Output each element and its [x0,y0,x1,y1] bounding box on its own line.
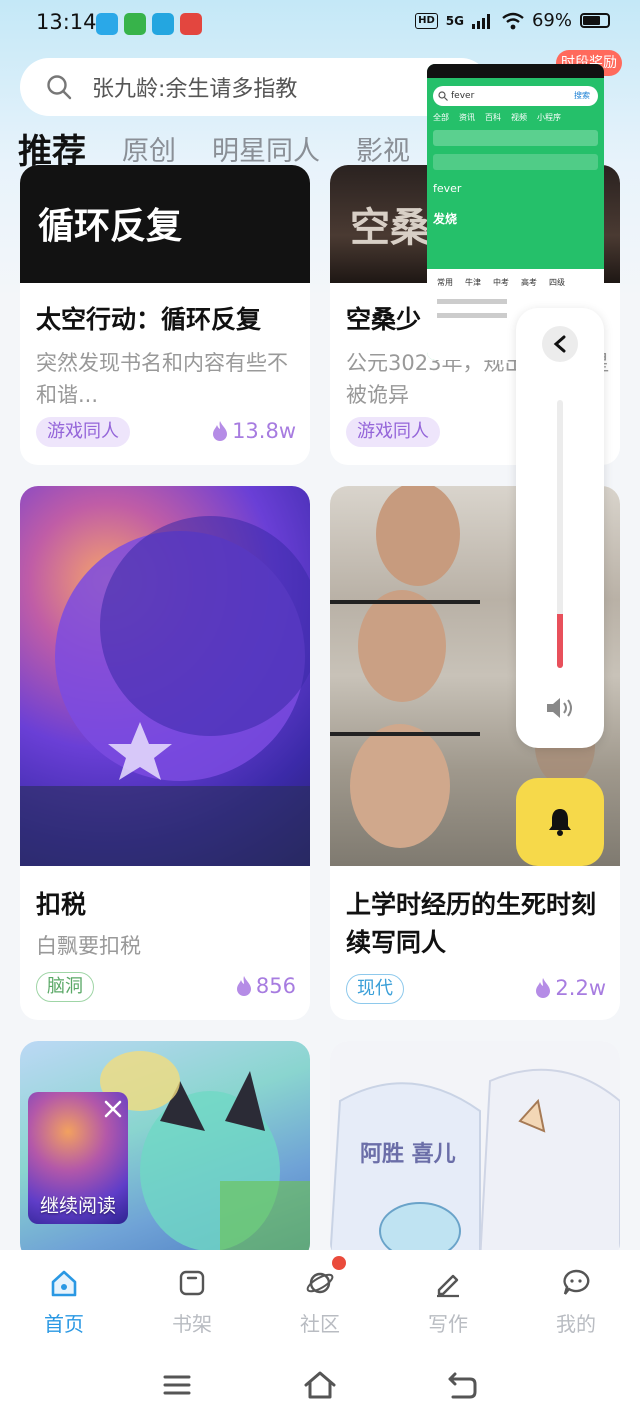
heat-count: 13.8w [212,419,296,443]
flame-icon [536,978,551,998]
book-cover: 阿胜 喜儿 [330,1041,620,1261]
search-placeholder: 张九龄:余生请多指教 [92,77,298,102]
overlay-tab[interactable]: 全部 [433,113,449,122]
overlay-search-value: fever [451,91,475,101]
heat-count: 2.2w [535,976,606,1000]
genre-tag[interactable]: 脑洞 [36,972,94,1002]
chat-bubble-icon [563,1269,590,1295]
nav-home[interactable]: 首页 [0,1250,128,1350]
heat-value: 856 [255,974,296,998]
flame-icon [213,421,228,441]
nav-label: 首页 [44,1312,84,1336]
heat-count: 856 [236,974,296,998]
book-title: 太空行动：循环反复 [36,305,262,334]
book-cover [20,486,310,866]
cover-text: 循环反复 [38,206,183,247]
nav-bookshelf[interactable]: 书架 [128,1250,256,1350]
overlay-tabs: 全部 资讯 百科 视频 小程序 [433,112,571,123]
chevron-left-icon [553,335,566,353]
bookshelf-icon [179,1270,205,1296]
bell-icon [549,809,571,836]
notification-app-icon [180,13,202,35]
home-button-icon[interactable] [303,1368,337,1402]
volume-level-fill [557,614,563,668]
volume-slider[interactable] [557,400,563,668]
book-card[interactable]: 阿胜 喜儿 [330,1041,620,1261]
overlay-tab[interactable]: 视频 [511,113,527,122]
heat-value: 13.8w [232,419,296,443]
battery-icon [580,13,610,28]
volume-collapse-button[interactable] [542,326,578,362]
nav-label: 社区 [300,1312,340,1336]
dict-tab[interactable]: 高考 [521,278,537,287]
book-title: 上学时经历的生死时刻续写同人 [346,890,597,957]
nav-community[interactable]: 社区 [256,1250,384,1350]
overlay-chip-rows [433,130,598,174]
search-input[interactable]: 张九龄:余生请多指教 [20,58,490,116]
status-time: 13:14 [36,10,97,34]
book-description: 白飘要扣税 [36,934,141,958]
dict-tab[interactable]: 常用 [437,278,453,287]
nav-label: 书架 [172,1312,212,1336]
nav-label: 我的 [556,1312,596,1336]
battery-percent: 69% [531,10,572,31]
overlay-meaning: 发烧 [433,212,458,226]
overlay-search-input[interactable]: fever 搜索 [433,86,598,106]
home-icon [51,1270,77,1297]
nav-profile[interactable]: 我的 [512,1250,640,1350]
search-icon [438,91,448,101]
hd-indicator: HD [415,12,438,29]
speaker-icon[interactable] [545,696,575,720]
heat-value: 2.2w [555,976,606,1000]
bottom-navigation: 首页 书架 社区 写作 我的 [0,1250,640,1350]
dict-tab[interactable]: 牛津 [465,278,481,287]
back-icon[interactable] [445,1368,479,1402]
overlay-tab[interactable]: 资讯 [459,113,475,122]
notification-app-icon [124,13,146,35]
dict-tab[interactable]: 中考 [493,278,509,287]
close-icon[interactable] [102,1098,124,1120]
overlay-word: fever [433,182,462,195]
genre-tag[interactable]: 游戏同人 [36,417,130,447]
status-bar: 13:14 HD 5G 69% [0,0,640,50]
signal-icon [471,13,490,29]
wifi-icon [502,12,524,29]
menu-icon[interactable] [160,1368,194,1402]
flame-icon [236,976,251,996]
signal-label: 5G [445,13,464,28]
dict-tab[interactable]: 四级 [549,278,565,287]
nav-write[interactable]: 写作 [384,1250,512,1350]
nav-label: 写作 [428,1312,468,1336]
book-cover: 循环反复 [20,165,310,283]
genre-tag[interactable]: 游戏同人 [346,417,440,447]
cover-text: 阿胜 喜儿 [360,1142,456,1167]
volume-panel[interactable] [516,308,604,748]
notification-dot [332,1256,346,1270]
book-card[interactable]: 循环反复 太空行动：循环反复 突然发现书名和内容有些不和谐... 游戏同人 13… [20,165,310,465]
book-description: 突然发现书名和内容有些不和谐... [36,351,288,407]
overlay-tab[interactable]: 小程序 [537,113,561,122]
overlay-tab[interactable]: 百科 [485,113,501,122]
search-icon [47,75,72,100]
notification-app-icon [96,13,118,35]
ringer-mode-button[interactable] [516,778,604,866]
notification-app-icon [152,13,174,35]
book-title: 扣税 [36,890,87,919]
planet-icon [306,1272,334,1294]
overlay-search-button[interactable]: 搜索 [574,86,590,106]
moon-illustration [20,516,310,866]
book-card[interactable]: 扣税 白飘要扣税 脑洞 856 [20,486,310,1020]
continue-reading-label: 继续阅读 [39,1195,116,1217]
pen-icon [437,1274,459,1298]
overlay-dict-tabs: 常用 牛津 中考 高考 四级 [437,277,565,288]
genre-tag[interactable]: 现代 [346,974,404,1004]
overlay-statusbar [427,64,604,78]
cover-text: 空桑 [350,205,430,251]
system-navigation-bar [0,1350,640,1422]
